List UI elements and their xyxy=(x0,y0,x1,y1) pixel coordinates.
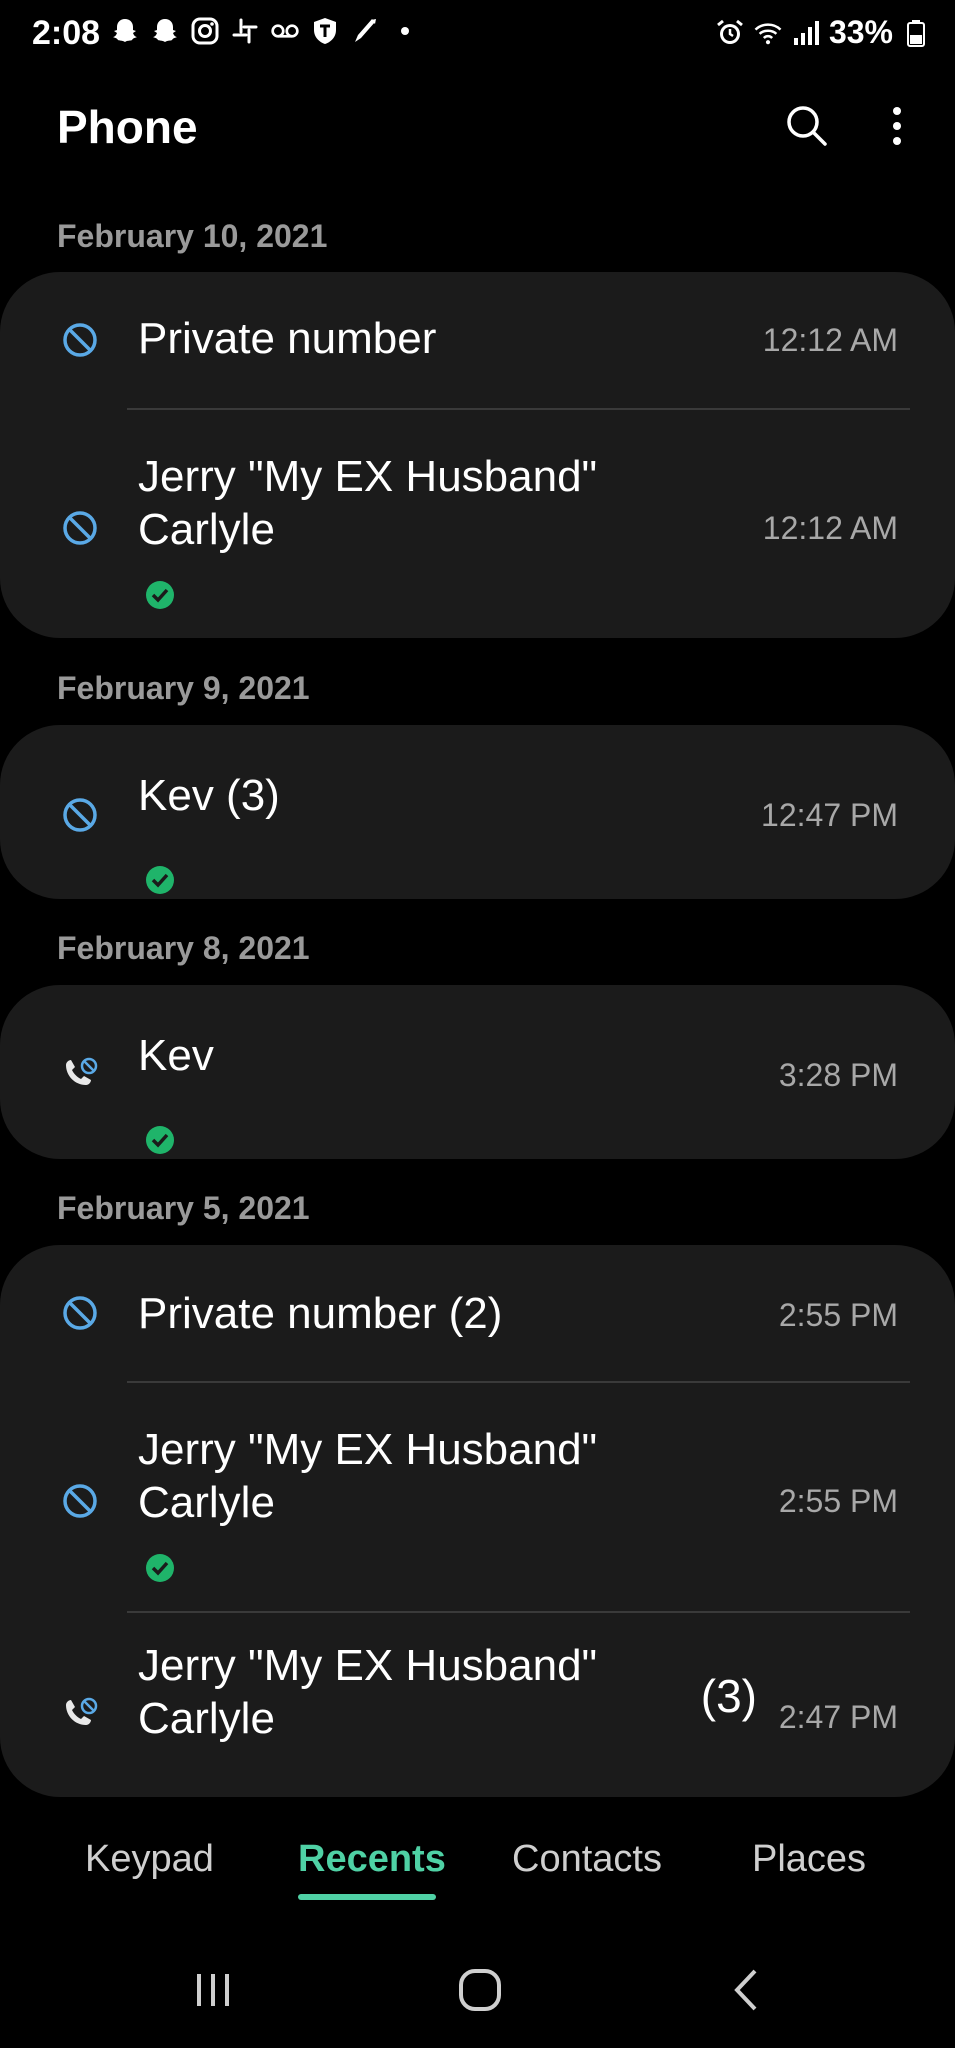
call-group: Private number 12:12 AM Jerry "My EX Hus… xyxy=(0,272,955,638)
system-nav-bar xyxy=(0,1950,955,2030)
call-row-jerry[interactable]: Jerry "My EX Husband" Carlyle (3) 2:47 P… xyxy=(0,1613,955,1797)
call-group: Kev (3) 12:47 PM xyxy=(0,725,955,899)
call-time: 12:12 AM xyxy=(762,510,898,546)
bottom-tabs: Keypad Recents Contacts Places xyxy=(0,1820,955,1910)
call-time: 2:55 PM xyxy=(778,1483,898,1519)
blocked-icon xyxy=(58,793,102,837)
search-icon xyxy=(787,106,827,146)
call-time: 2:47 PM xyxy=(778,1699,898,1735)
date-header: February 9, 2021 xyxy=(57,670,310,706)
caller-name: Jerry "My EX Husband" Carlyle xyxy=(138,452,598,554)
alarm-icon xyxy=(715,18,745,48)
voicemail-icon xyxy=(270,16,300,46)
more-options-button[interactable] xyxy=(869,98,925,154)
app-icon xyxy=(350,16,380,46)
signal-icon xyxy=(791,18,821,48)
call-group: Private number (2) 2:55 PM Jerry "My EX … xyxy=(0,1245,955,1797)
call-time: 3:28 PM xyxy=(778,1057,898,1093)
verified-check-icon xyxy=(145,1553,175,1583)
call-group: Kev 3:28 PM xyxy=(0,985,955,1159)
caller-name: Private number (2) xyxy=(138,1289,503,1338)
back-icon xyxy=(734,1969,757,2011)
caller-name: Kev xyxy=(138,1031,214,1080)
recent-apps-button[interactable] xyxy=(183,1965,243,2015)
call-row-jerry[interactable]: Jerry "My EX Husband" Carlyle 12:12 AM xyxy=(0,410,955,638)
caller-name: Jerry "My EX Husband" Carlyle xyxy=(138,1425,598,1527)
wifi-icon xyxy=(753,18,783,48)
caller-name: Private number xyxy=(138,314,437,363)
system-icons: 33% xyxy=(715,14,931,51)
blocked-icon xyxy=(58,1479,102,1523)
call-time: 12:47 PM xyxy=(761,797,898,833)
page-title: Phone xyxy=(57,101,198,153)
battery-percentage: 33% xyxy=(828,14,893,50)
instagram-icon xyxy=(190,16,220,46)
blocked-icon xyxy=(58,506,102,550)
blocked-icon xyxy=(58,318,102,362)
verified-check-icon xyxy=(145,580,175,610)
call-time: 2:55 PM xyxy=(778,1297,898,1333)
snapchat-icon xyxy=(150,16,180,46)
snapchat-icon xyxy=(110,16,140,46)
tab-recents[interactable]: Recents xyxy=(298,1838,446,1881)
search-button[interactable] xyxy=(779,98,835,154)
call-row-kev[interactable]: Kev (3) 12:47 PM xyxy=(0,725,955,899)
caller-name: Jerry "My EX Husband" Carlyle xyxy=(138,1641,598,1743)
status-time: 2:08 xyxy=(32,14,101,52)
slack-icon xyxy=(230,16,260,46)
rejected-call-icon xyxy=(58,1693,102,1737)
call-row-jerry[interactable]: Jerry "My EX Husband" Carlyle 2:55 PM xyxy=(0,1383,955,1611)
caller-name: Kev (3) xyxy=(138,771,280,820)
call-row-private-number[interactable]: Private number 12:12 AM xyxy=(0,272,955,408)
verified-check-icon xyxy=(145,1125,175,1155)
dot-icon xyxy=(390,16,420,46)
tab-places[interactable]: Places xyxy=(752,1838,866,1881)
blocked-icon xyxy=(58,1291,102,1335)
call-count: (3) xyxy=(700,1670,757,1722)
call-time: 12:12 AM xyxy=(762,322,898,358)
status-bar: 2:08 33% xyxy=(0,0,955,72)
tab-contacts[interactable]: Contacts xyxy=(512,1838,662,1881)
app-header: Phone xyxy=(0,90,955,162)
home-icon xyxy=(459,1969,501,2011)
date-header: February 10, 2021 xyxy=(57,218,328,254)
call-row-private-number[interactable]: Private number (2) 2:55 PM xyxy=(0,1245,955,1381)
tab-keypad[interactable]: Keypad xyxy=(85,1838,214,1881)
tab-indicator xyxy=(298,1894,436,1900)
tmobile-icon xyxy=(310,16,340,46)
back-button[interactable] xyxy=(716,1965,776,2015)
more-vert-icon xyxy=(893,107,901,145)
date-header: February 5, 2021 xyxy=(57,1190,310,1226)
battery-icon xyxy=(901,18,931,48)
rejected-call-icon xyxy=(58,1053,102,1097)
notification-icons xyxy=(110,16,420,46)
verified-check-icon xyxy=(145,865,175,895)
home-button[interactable] xyxy=(450,1965,510,2015)
date-header: February 8, 2021 xyxy=(57,930,310,966)
recent-apps-icon xyxy=(197,1974,229,2006)
call-row-kev[interactable]: Kev 3:28 PM xyxy=(0,985,955,1159)
